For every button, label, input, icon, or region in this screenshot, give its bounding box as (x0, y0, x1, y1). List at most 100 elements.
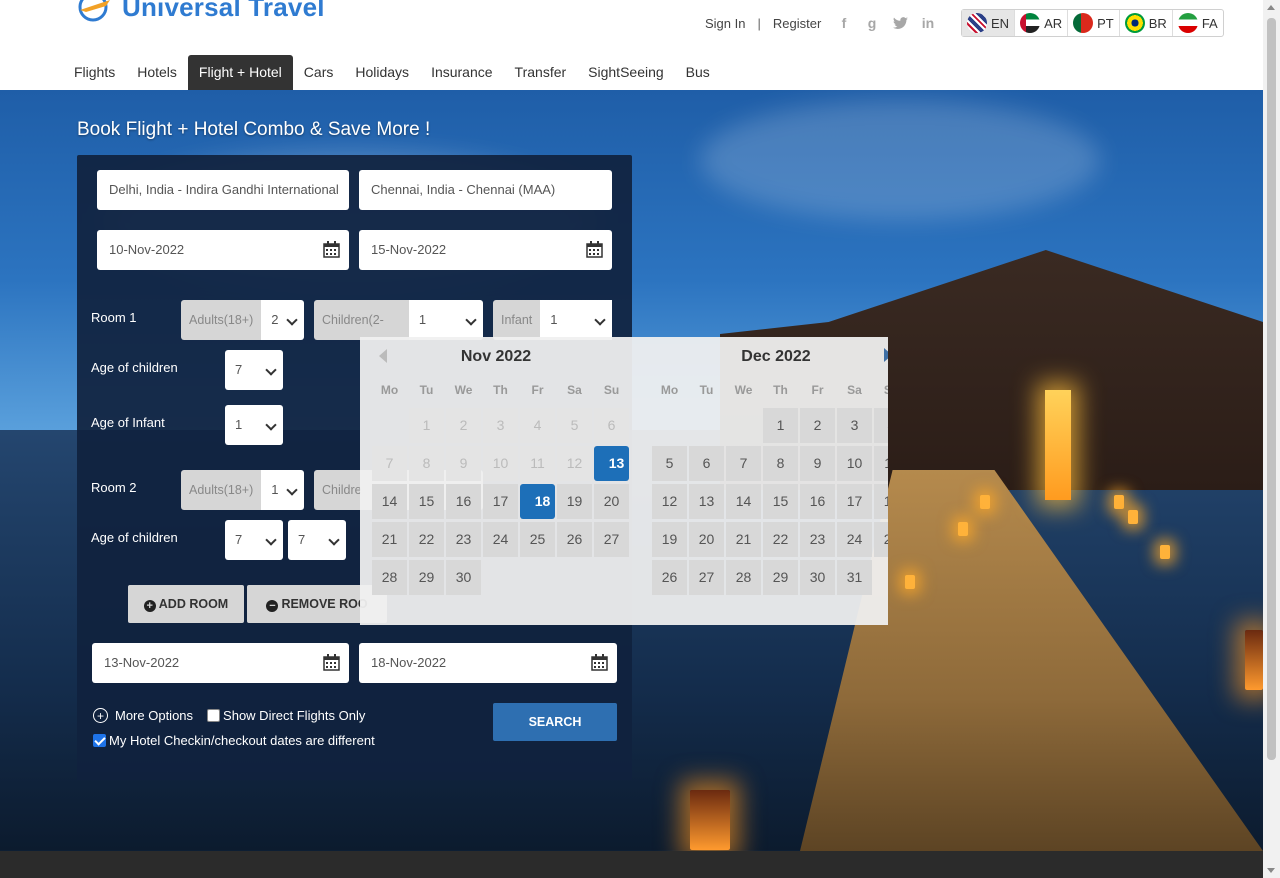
nav-bus[interactable]: Bus (675, 55, 721, 90)
checkout-date-input[interactable]: 18-Nov-2022 (359, 643, 617, 683)
calendar-day[interactable]: 14 (726, 484, 761, 519)
calendar-day[interactable]: 27 (594, 522, 629, 557)
calendar-day[interactable]: 13 (594, 446, 629, 481)
google-icon[interactable]: g (864, 15, 880, 31)
depart-date-input[interactable]: 10-Nov-2022 (97, 230, 349, 270)
search-button[interactable]: SEARCH (493, 703, 617, 741)
page-scrollbar[interactable] (1263, 0, 1280, 878)
calendar-day[interactable]: 9 (800, 446, 835, 481)
calendar-day[interactable]: 19 (557, 484, 592, 519)
room1-children-select[interactable]: 1 (408, 300, 483, 340)
nav-cars[interactable]: Cars (293, 55, 345, 90)
calendar-icon[interactable] (323, 654, 340, 671)
calendar-day[interactable]: 28 (726, 560, 761, 595)
calendar-day[interactable]: 15 (763, 484, 798, 519)
nav-transfer[interactable]: Transfer (504, 55, 578, 90)
to-input[interactable]: Chennai, India - Chennai (MAA) (359, 170, 612, 210)
register-link[interactable]: Register (773, 16, 821, 31)
room2-child1-age-select[interactable]: 7 (225, 520, 283, 560)
calendar-day[interactable]: 14 (372, 484, 407, 519)
nav-holidays[interactable]: Holidays (344, 55, 420, 90)
calendar-icon[interactable] (591, 654, 608, 671)
room2-adults-select[interactable]: 1 (261, 470, 304, 510)
nav-insurance[interactable]: Insurance (420, 55, 503, 90)
room1-child-age-select[interactable]: 7 (225, 350, 283, 390)
calendar-day[interactable]: 28 (372, 560, 407, 595)
calendar-day[interactable]: 26 (557, 522, 592, 557)
calendar-icon[interactable] (323, 241, 340, 258)
calendar-day[interactable]: 5 (652, 446, 687, 481)
calendar-day[interactable]: 18 (874, 484, 888, 519)
calendar-day[interactable]: 17 (483, 484, 518, 519)
calendar-day[interactable]: 25 (520, 522, 555, 557)
diff-dates-checkbox[interactable] (93, 734, 106, 747)
calendar-day[interactable]: 27 (689, 560, 724, 595)
calendar-day[interactable]: 2 (800, 408, 835, 443)
room1-adults-select[interactable]: 2 (261, 300, 304, 340)
room1-infant-select[interactable]: 1 (540, 300, 613, 340)
room1-infant-age-select[interactable]: 1 (225, 405, 283, 445)
calendar-day[interactable]: 16 (800, 484, 835, 519)
lang-ar[interactable]: AR (1015, 10, 1069, 36)
calendar-day[interactable]: 23 (446, 522, 481, 557)
calendar-day[interactable]: 15 (409, 484, 444, 519)
calendar-day[interactable]: 29 (763, 560, 798, 595)
calendar-day[interactable]: 4 (874, 408, 888, 443)
calendar-day[interactable]: 29 (409, 560, 444, 595)
calendar-day[interactable]: 20 (594, 484, 629, 519)
calendar-day[interactable]: 21 (372, 522, 407, 557)
return-date-input[interactable]: 15-Nov-2022 (359, 230, 612, 270)
footer (0, 851, 1263, 878)
calendar-day[interactable]: 18 (520, 484, 555, 519)
facebook-icon[interactable]: f (836, 15, 852, 31)
nav-flights[interactable]: Flights (63, 55, 126, 90)
calendar-day[interactable]: 19 (652, 522, 687, 557)
sign-in-link[interactable]: Sign In (705, 16, 745, 31)
checkin-date-input[interactable]: 13-Nov-2022 (92, 643, 349, 683)
calendar-day[interactable]: 25 (874, 522, 888, 557)
scrollbar-thumb[interactable] (1267, 18, 1276, 760)
calendar-day[interactable]: 12 (652, 484, 687, 519)
lang-en[interactable]: EN (962, 10, 1016, 36)
calendar-day[interactable]: 23 (800, 522, 835, 557)
calendar-day[interactable]: 31 (837, 560, 872, 595)
plus-circle-icon[interactable]: + (93, 708, 108, 723)
linkedin-icon[interactable]: in (920, 15, 936, 31)
calendar-day[interactable]: 21 (726, 522, 761, 557)
calendar-day[interactable]: 16 (446, 484, 481, 519)
calendar-day[interactable]: 24 (837, 522, 872, 557)
room2-child2-age-select[interactable]: 7 (288, 520, 346, 560)
calendar-day[interactable]: 8 (763, 446, 798, 481)
lang-pt[interactable]: PT (1068, 10, 1120, 36)
calendar-day[interactable]: 22 (409, 522, 444, 557)
calendar-day[interactable]: 20 (689, 522, 724, 557)
more-options-link[interactable]: More Options (115, 708, 193, 723)
calendar-day[interactable]: 7 (726, 446, 761, 481)
logo[interactable]: Universal Travel (76, 0, 325, 24)
lang-br[interactable]: BR (1120, 10, 1173, 36)
direct-flights-checkbox[interactable] (207, 709, 221, 722)
calendar-day[interactable]: 22 (763, 522, 798, 557)
calendar-day[interactable]: 10 (837, 446, 872, 481)
calendar-day[interactable]: 30 (446, 560, 481, 595)
scroll-up-icon[interactable] (1267, 5, 1275, 10)
from-input[interactable]: Delhi, India - Indira Gandhi Internation… (97, 170, 349, 210)
lang-fa[interactable]: FA (1173, 10, 1223, 36)
next-month-icon[interactable] (884, 348, 888, 362)
nav-sightseeing[interactable]: SightSeeing (577, 55, 675, 90)
calendar-icon[interactable] (586, 241, 603, 258)
scroll-down-icon[interactable] (1267, 868, 1275, 873)
calendar-day[interactable]: 24 (483, 522, 518, 557)
nav-hotels[interactable]: Hotels (126, 55, 188, 90)
twitter-icon[interactable] (892, 15, 908, 31)
calendar-day[interactable]: 1 (763, 408, 798, 443)
nav-flight-hotel[interactable]: Flight + Hotel (187, 55, 293, 90)
calendar-day[interactable]: 30 (800, 560, 835, 595)
add-room-button[interactable]: + ADD ROOM (128, 585, 244, 623)
calendar-day[interactable]: 26 (652, 560, 687, 595)
calendar-day[interactable]: 3 (837, 408, 872, 443)
calendar-day[interactable]: 6 (689, 446, 724, 481)
calendar-day[interactable]: 11 (874, 446, 888, 481)
calendar-day[interactable]: 17 (837, 484, 872, 519)
calendar-day[interactable]: 13 (689, 484, 724, 519)
